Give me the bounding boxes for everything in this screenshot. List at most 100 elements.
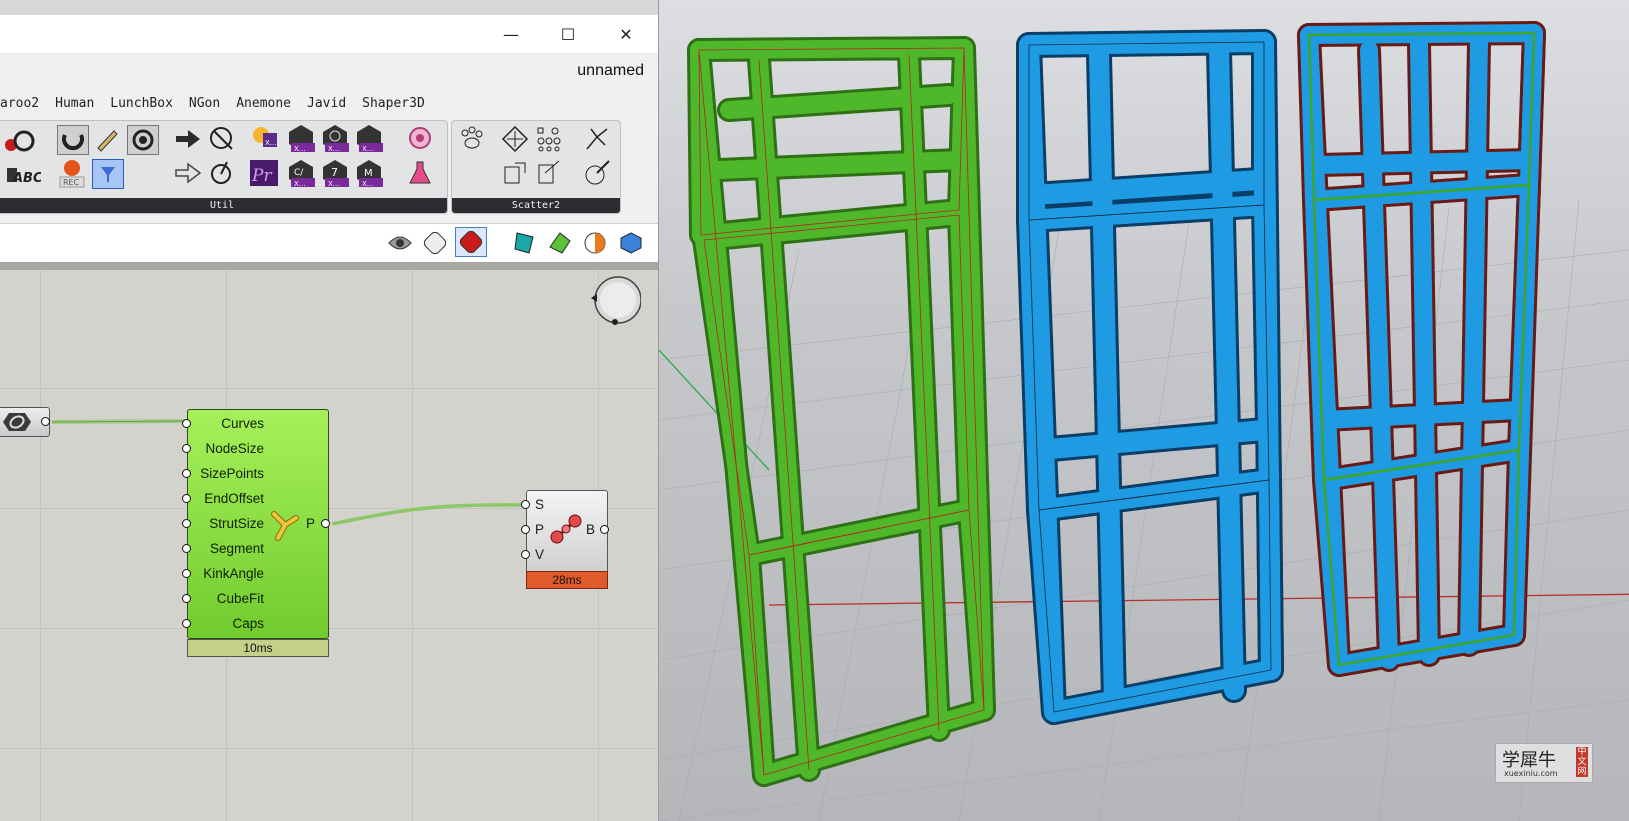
svg-text:X...: X...	[328, 180, 339, 188]
mixed-lattice	[1297, 21, 1546, 677]
hex-tool-5-icon[interactable]: C/X...	[285, 159, 315, 188]
close-button[interactable]: ✕	[603, 15, 649, 53]
pin-endoffset[interactable]	[182, 494, 191, 503]
display-mode-dropdown[interactable]	[617, 229, 647, 257]
output-p[interactable]: P	[306, 516, 315, 531]
svg-text:X...: X...	[362, 145, 373, 153]
grasshopper-window: — ☐ ✕ unnamed aroo2 Human LunchBox NGon …	[0, 0, 659, 821]
rotate-icon[interactable]	[207, 159, 237, 187]
viewport-scene	[659, 21, 1629, 821]
hex-tool-1-icon[interactable]: X...	[249, 124, 279, 152]
watermark-url: xuexiniu.com	[1504, 769, 1558, 778]
svg-text:M: M	[364, 168, 373, 179]
tab-human[interactable]: Human	[47, 92, 102, 116]
input-endoffset[interactable]: EndOffset	[204, 491, 264, 506]
circle-tool-icon[interactable]	[9, 127, 39, 155]
preview-green-icon[interactable]	[545, 229, 575, 257]
input-segment[interactable]: Segment	[210, 541, 264, 556]
tab-shaper3d[interactable]: Shaper3D	[354, 92, 433, 116]
pin-s[interactable]	[521, 500, 530, 509]
svg-text:ABC: ABC	[12, 171, 41, 186]
pin-p[interactable]	[521, 525, 530, 534]
tab-kangaroo[interactable]: aroo2	[0, 92, 47, 116]
maximize-icon: ☐	[560, 24, 576, 44]
tab-anemone[interactable]: Anemone	[228, 92, 299, 116]
preview-teal-icon[interactable]	[510, 229, 540, 257]
mesh-brep-component[interactable]: S P V B	[521, 490, 609, 574]
tab-ngon[interactable]: NGon	[181, 92, 228, 116]
input-p[interactable]: P	[535, 522, 544, 537]
pin-strutsize[interactable]	[182, 519, 191, 528]
scatter-edit-icon[interactable]	[534, 159, 564, 187]
maximize-button[interactable]: ☐	[545, 15, 591, 53]
component-timing-badge: 10ms	[187, 639, 329, 657]
pin-segment[interactable]	[182, 544, 191, 553]
pin-v[interactable]	[521, 550, 530, 559]
component2-timing-badge: 28ms	[526, 571, 608, 589]
rhino-viewport[interactable]: 学犀牛 xuexiniu.com 中文网	[659, 0, 1629, 821]
input-strutsize[interactable]: StrutSize	[209, 516, 264, 531]
hex-tool-4-icon[interactable]: X...	[353, 124, 383, 153]
branch-icon[interactable]	[582, 125, 612, 153]
paw-icon[interactable]	[456, 125, 486, 153]
input-cubefit[interactable]: CubeFit	[217, 591, 264, 606]
input-nodesize[interactable]: NodeSize	[205, 441, 264, 456]
scatter-move-icon[interactable]	[500, 159, 530, 187]
stop-icon[interactable]	[207, 125, 237, 153]
hex-tool-7-icon[interactable]: M X...	[353, 159, 383, 188]
node-component-icon	[271, 511, 299, 541]
tab-lunchbox[interactable]: LunchBox	[102, 92, 181, 116]
arrow-right-icon[interactable]	[173, 125, 203, 153]
svg-text:X...: X...	[362, 180, 373, 188]
pencil-icon[interactable]	[92, 125, 122, 153]
pin-output-p[interactable]	[321, 519, 330, 528]
mesh-component-icon	[550, 514, 582, 544]
preview-half-icon[interactable]	[580, 229, 610, 257]
pin-curves[interactable]	[182, 419, 191, 428]
pill-tool-icon[interactable]	[405, 124, 435, 152]
pin-nodesize[interactable]	[182, 444, 191, 453]
minimize-button[interactable]: —	[488, 15, 534, 53]
lattice-node-component[interactable]: Curves NodeSize SizePoints EndOffset Str…	[182, 409, 330, 639]
pin-sizepoints[interactable]	[182, 469, 191, 478]
app-backdrop	[0, 0, 658, 15]
pr-icon[interactable]: Pr	[249, 159, 279, 187]
input-curves[interactable]: Curves	[221, 416, 264, 431]
hex-tool-3-icon[interactable]: X...	[319, 124, 349, 153]
svg-text:Pr: Pr	[251, 166, 272, 186]
filter-icon[interactable]	[92, 159, 124, 189]
canvas-toolbar	[0, 223, 658, 263]
pin-cubefit[interactable]	[182, 594, 191, 603]
input-caps[interactable]: Caps	[232, 616, 264, 631]
watermark-logo: 学犀牛 xuexiniu.com 中文网	[1495, 743, 1593, 783]
component-ribbon: X... X... X... X... ABC REC Pr C/ X... 7…	[0, 118, 658, 216]
flask-icon[interactable]	[405, 159, 435, 187]
input-sizepoints[interactable]: SizePoints	[200, 466, 264, 481]
canvas-navigator[interactable]	[591, 274, 642, 325]
preview-wire-icon[interactable]	[420, 229, 450, 257]
rec-icon[interactable]: REC	[57, 159, 87, 188]
util-panel-label: Util	[0, 198, 447, 213]
input-v[interactable]: V	[535, 547, 544, 562]
scatter-shape-icon[interactable]	[500, 125, 530, 153]
preview-shaded-icon[interactable]	[455, 227, 487, 257]
loop-icon[interactable]	[127, 125, 159, 155]
svg-text:X...: X...	[328, 145, 339, 153]
hex-tool-2-icon[interactable]: X...	[285, 124, 315, 153]
tab-javid[interactable]: Javid	[299, 92, 354, 116]
pin-kinkangle[interactable]	[182, 569, 191, 578]
abc-icon[interactable]: ABC	[11, 161, 41, 189]
paint-icon[interactable]	[582, 159, 612, 187]
canvas-top-edge	[0, 262, 658, 270]
arrow-outline-icon[interactable]	[173, 159, 203, 187]
pin-caps[interactable]	[182, 619, 191, 628]
pin-output-b[interactable]	[600, 525, 609, 534]
input-kinkangle[interactable]: KinkAngle	[203, 566, 264, 581]
output-b[interactable]: B	[586, 522, 595, 537]
hex-tool-6-icon[interactable]: 7 X...	[319, 159, 349, 188]
input-s[interactable]: S	[535, 497, 544, 512]
svg-text:7: 7	[331, 166, 338, 179]
preview-hidden-icon[interactable]	[385, 229, 415, 257]
recorder-toggle-icon[interactable]	[57, 125, 89, 155]
grid-dots-icon[interactable]	[534, 125, 564, 153]
